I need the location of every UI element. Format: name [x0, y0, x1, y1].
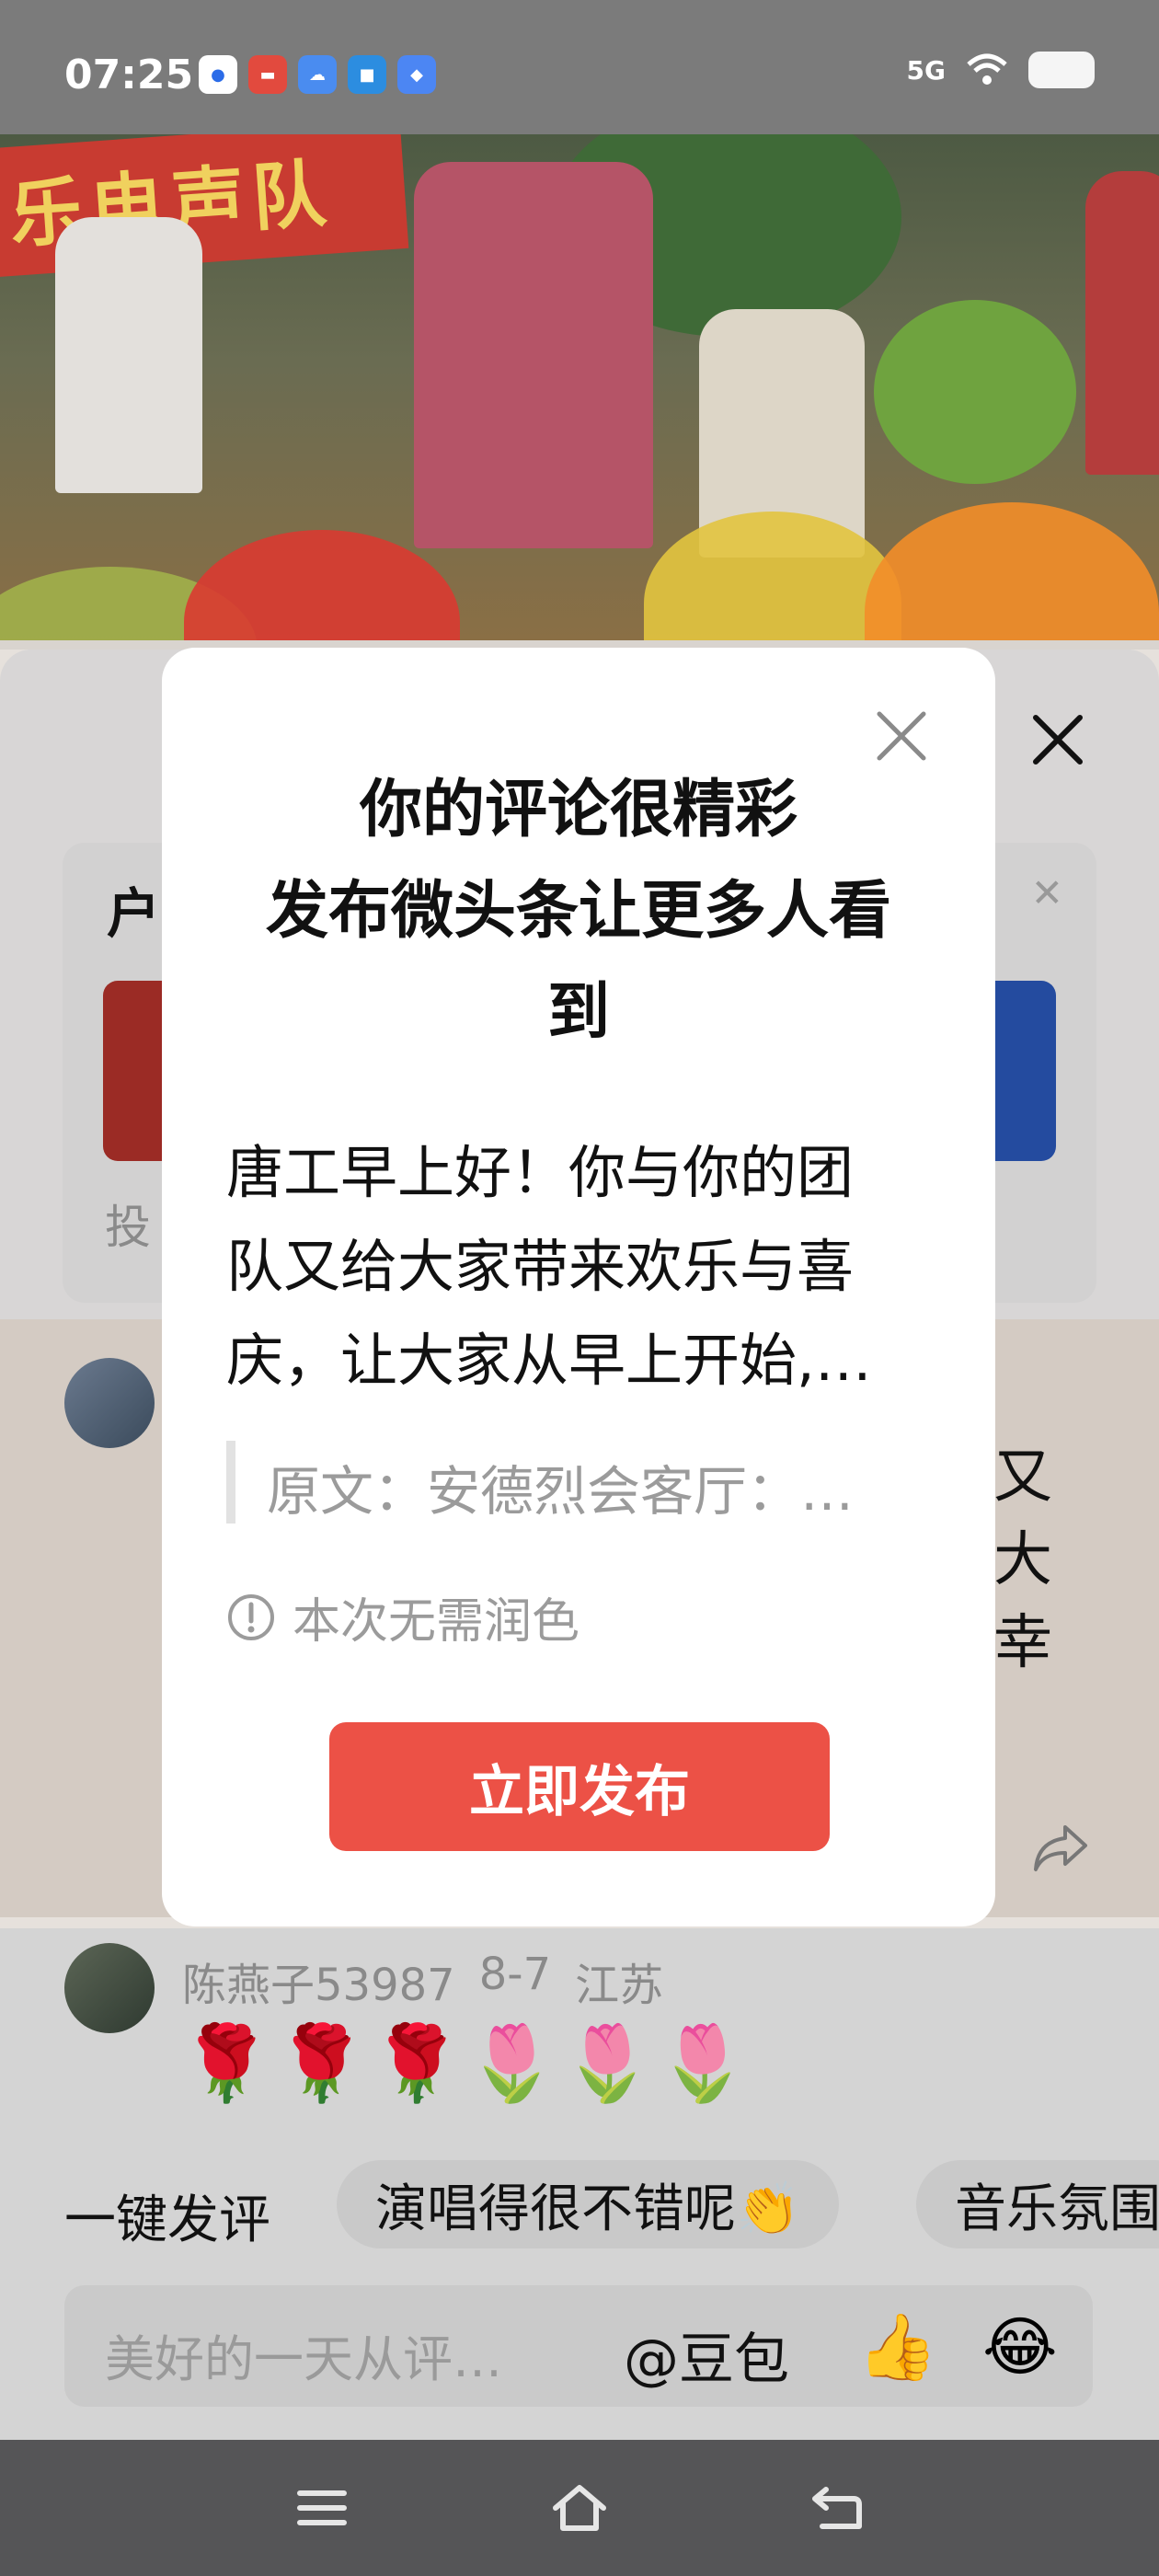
task-card-subtitle: 投 — [105, 1201, 151, 1254]
signal-icon: 5G — [906, 54, 946, 86]
comment-input[interactable]: 美好的一天从评… @豆包 👍 😂 — [64, 2285, 1093, 2407]
laugh-emoji-button[interactable]: 😂 — [982, 2309, 1058, 2385]
comment-date: 8-7 — [478, 1949, 552, 2000]
avatar[interactable] — [64, 1358, 155, 1448]
quick-reply-label: 一键发评 — [64, 2191, 270, 2250]
map-icon: ■ — [348, 55, 386, 94]
share-icon[interactable] — [1028, 1814, 1095, 1880]
system-icons: 5G — [907, 52, 1095, 88]
comment-location: 江苏 — [575, 1960, 664, 2011]
avatar[interactable] — [64, 1943, 155, 2033]
toutiao-icon: ▬ — [248, 55, 287, 94]
baidu-icon: ● — [199, 55, 237, 94]
thumbs-up-emoji-button[interactable]: 👍 — [857, 2309, 937, 2386]
close-icon[interactable] — [1030, 712, 1085, 767]
shield-icon: ◆ — [397, 55, 436, 94]
status-bar: 07:25 ● ▬ ☁ ■ ◆ 5G — [0, 0, 1159, 134]
info-icon — [228, 1593, 274, 1640]
navigation-bar — [0, 2440, 1159, 2576]
publish-dialog: 你的评论很精彩 发布微头条让更多人看 到 唐工早上好！你与你的团 队又给大家带来… — [162, 648, 995, 1926]
back-icon[interactable] — [808, 2480, 866, 2536]
close-icon[interactable]: ✕ — [1031, 870, 1063, 915]
task-card-title: 户 — [107, 882, 161, 945]
comment-text-line: 大 — [993, 1526, 1052, 1594]
close-icon[interactable] — [874, 708, 929, 764]
comment-text-line: 幸 — [993, 1609, 1052, 1677]
comment-text-line: 又 — [993, 1443, 1052, 1512]
battery-icon — [1028, 52, 1095, 88]
dialog-title: 你的评论很精彩 发布微头条让更多人看 到 — [265, 774, 891, 1049]
comment-input-placeholder: 美好的一天从评… — [105, 2330, 502, 2388]
video-player[interactable]: 乐电声队 — [0, 134, 1159, 640]
home-icon[interactable] — [550, 2480, 609, 2536]
status-time: 07:25 — [64, 52, 194, 98]
dialog-comment-text: 唐工早上好！你与你的团 队又给大家带来欢乐与喜 庆，让大家从早上开始,… — [226, 1139, 872, 1394]
comment-username[interactable]: 陈燕子53987 — [182, 1949, 455, 2013]
menu-icon[interactable] — [293, 2480, 351, 2536]
polish-notice: 本次无需润色 — [226, 1582, 580, 1651]
mention-button[interactable]: @豆包 — [624, 2315, 789, 2395]
publish-button[interactable]: 立即发布 — [329, 1722, 830, 1851]
original-post-quote: 原文：安德烈会客厅：… — [226, 1441, 940, 1524]
cloud-icon: ☁ — [298, 55, 337, 94]
quick-reply-chip[interactable]: 演唱得很不错呢👏 — [337, 2160, 839, 2248]
comment-emojis: 🌹🌹🌹🌷🌷🌷 — [180, 2020, 752, 2106]
quick-reply-chip[interactable]: 音乐氛围 — [916, 2160, 1159, 2248]
comment-meta: 陈燕子53987 8-7 江苏 — [182, 1949, 663, 2013]
notification-icons: ● ▬ ☁ ■ ◆ — [199, 55, 436, 94]
wifi-icon — [967, 53, 1007, 85]
